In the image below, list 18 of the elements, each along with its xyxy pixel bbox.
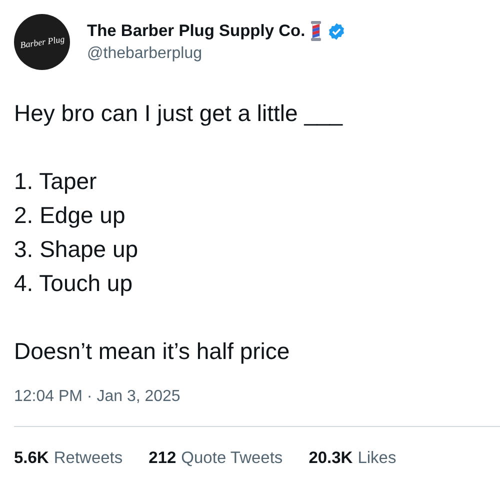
- stat-label[interactable]: Quote Tweets: [181, 449, 283, 468]
- author-handle[interactable]: @thebarberplug: [87, 45, 346, 63]
- stat-label[interactable]: Likes: [358, 449, 396, 468]
- tweet-text-line: 4. Touch up: [14, 269, 134, 298]
- author-name[interactable]: The Barber Plug Supply Co.: [87, 22, 306, 40]
- stat-count[interactable]: 20.3K: [308, 449, 353, 468]
- tweet-text-line: 2. Edge up: [14, 201, 126, 230]
- avatar-logo[interactable]: Barber Plug: [14, 14, 70, 70]
- tweet-text-line: 1. Taper: [14, 167, 98, 196]
- logo-text: Barber Plug: [19, 34, 65, 50]
- tweet-text-line: 3. Shape up: [14, 235, 140, 264]
- stat-count[interactable]: 212: [148, 449, 176, 468]
- stat-count[interactable]: 5.6K: [14, 449, 49, 468]
- timestamp[interactable]: 12:04 PM · Jan 3, 2025: [14, 388, 500, 406]
- tweet-text-line: Doesn’t mean it’s half price: [14, 337, 291, 366]
- stat-label[interactable]: Retweets: [54, 449, 123, 468]
- tweet-text-line: Hey bro can I just get a little ___: [14, 99, 344, 128]
- barber-pole-icon: [310, 21, 322, 41]
